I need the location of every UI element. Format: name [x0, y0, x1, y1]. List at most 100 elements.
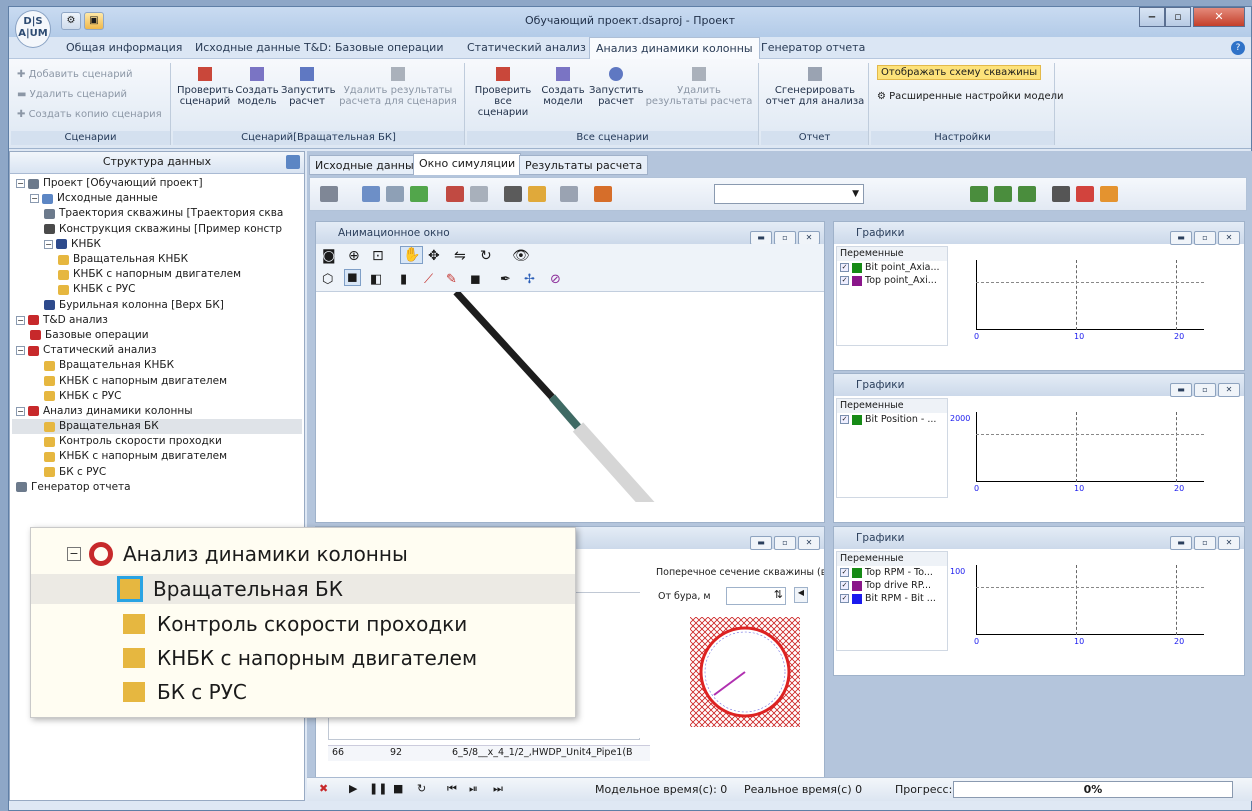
- pencil-icon[interactable]: ✎: [446, 272, 457, 287]
- pan-icon[interactable]: ✋: [400, 246, 424, 264]
- histogram-icon[interactable]: [1076, 186, 1094, 202]
- maximize-button[interactable]: ▫: [1165, 7, 1191, 27]
- variable-row[interactable]: ✓ Top drive RP...: [837, 579, 947, 592]
- menu-static[interactable]: Статический анализ: [467, 41, 586, 54]
- collapse-icon[interactable]: −: [16, 315, 25, 325]
- box-icon[interactable]: ◼: [470, 272, 481, 287]
- tree-item[interactable]: КНБК с напорным двигателем: [12, 267, 302, 282]
- close-graph-button[interactable]: ✕: [1218, 231, 1240, 245]
- pause-icon[interactable]: ❚❚: [369, 782, 387, 795]
- tab-results[interactable]: Результаты расчета: [519, 155, 649, 175]
- tree-item[interactable]: КНБК с напорным двигателем: [12, 373, 302, 388]
- tree-item[interactable]: Траектория скважины [Траектория сква: [12, 206, 302, 221]
- refresh-icon[interactable]: ↻: [480, 248, 492, 264]
- export-icon[interactable]: [504, 186, 522, 202]
- network-icon[interactable]: [1100, 186, 1118, 202]
- tab-simulation[interactable]: Окно симуляции: [413, 153, 522, 175]
- maximize-panel-button[interactable]: ▫: [774, 231, 796, 245]
- layout-1-icon[interactable]: [970, 186, 988, 202]
- run-all-button[interactable]: Запустить расчет: [589, 67, 644, 107]
- run-calc-button[interactable]: Запустить расчет: [281, 67, 336, 107]
- snapshot-icon[interactable]: ◙: [322, 248, 336, 264]
- step-icon[interactable]: ⏯: [469, 782, 478, 796]
- minimize-lower-button[interactable]: ▬: [750, 536, 772, 550]
- window-icon[interactable]: [362, 186, 380, 202]
- pen-icon[interactable]: ✒: [500, 272, 511, 287]
- record-icon[interactable]: [446, 186, 464, 202]
- zoom-root-item[interactable]: − Анализ динамики колонны: [67, 542, 408, 566]
- close-graph-button[interactable]: ✕: [1218, 383, 1240, 397]
- variable-checkbox[interactable]: ✓: [840, 594, 849, 603]
- variable-checkbox[interactable]: ✓: [840, 415, 849, 424]
- zoom-item-rot[interactable]: Вращательная БК: [31, 574, 575, 604]
- tree-item[interactable]: − Исходные данные: [12, 191, 302, 206]
- tree-item[interactable]: Бурильная колонна [Верх БК]: [12, 298, 302, 313]
- table-icon[interactable]: [1052, 186, 1070, 202]
- zoom-item-rss[interactable]: БК с РУС: [123, 680, 247, 704]
- variable-checkbox[interactable]: ✓: [840, 263, 849, 272]
- playback-icon[interactable]: [470, 186, 488, 202]
- cube-solid-icon[interactable]: ◼: [344, 269, 361, 286]
- tree-item[interactable]: Конструкция скважины [Пример констр: [12, 222, 302, 237]
- play-icon[interactable]: ▶: [349, 782, 357, 795]
- variable-row[interactable]: ✓ Bit point_Axia...: [837, 261, 947, 274]
- prev-button[interactable]: ◀: [794, 587, 808, 603]
- collapse-icon[interactable]: −: [16, 406, 25, 416]
- variable-row[interactable]: ✓ Top RPM - To...: [837, 566, 947, 579]
- line-icon[interactable]: ⟋: [424, 272, 433, 287]
- flip-icon[interactable]: ⇋: [454, 248, 466, 264]
- step-back-icon[interactable]: ⏮: [447, 782, 457, 796]
- copy-scenario-button[interactable]: ✚ Создать копию сценария: [17, 109, 162, 120]
- variable-row[interactable]: ✓ Top point_Axi...: [837, 274, 947, 287]
- collapse-icon[interactable]: −: [16, 179, 25, 189]
- tree-item[interactable]: Вращательная КНБК: [12, 358, 302, 373]
- advanced-settings-button[interactable]: ⚙ Расширенные настройки модели: [877, 91, 1064, 102]
- collapse-icon[interactable]: −: [67, 547, 81, 561]
- tree-item[interactable]: Вращательная БК: [12, 419, 302, 435]
- stop-icon[interactable]: ■: [393, 782, 403, 795]
- variable-checkbox[interactable]: ✓: [840, 581, 849, 590]
- help-icon[interactable]: ?: [1231, 41, 1245, 55]
- maximize-graph-button[interactable]: ▫: [1194, 383, 1216, 397]
- collapse-icon[interactable]: −: [16, 346, 25, 356]
- tree-item[interactable]: − T&D анализ: [12, 313, 302, 328]
- minimize-graph-button[interactable]: ▬: [1170, 231, 1192, 245]
- variable-row[interactable]: ✓ Bit Position - ...: [837, 413, 947, 426]
- tree-item[interactable]: КНБК с РУС: [12, 282, 302, 297]
- tree-item[interactable]: КНБК с напорным двигателем: [12, 449, 302, 464]
- minimize-graph-button[interactable]: ▬: [1170, 536, 1192, 550]
- pin-icon[interactable]: [286, 155, 300, 169]
- eye-icon[interactable]: 👁: [512, 248, 530, 264]
- tree-item[interactable]: − Анализ динамики колонны: [12, 404, 302, 419]
- stop-record-icon[interactable]: ✖: [319, 782, 328, 795]
- cube-wire-icon[interactable]: ⬡: [322, 272, 333, 287]
- zoom-fit-icon[interactable]: ⊡: [372, 248, 384, 264]
- doc-icon[interactable]: [560, 186, 578, 202]
- layout-2-icon[interactable]: [994, 186, 1012, 202]
- step-forward-icon[interactable]: ⏭: [493, 782, 503, 796]
- app-logo[interactable]: D|S A|UM: [15, 10, 51, 48]
- tree-item[interactable]: − Проект [Обучающий проект]: [12, 176, 302, 191]
- variable-checkbox[interactable]: ✓: [840, 276, 849, 285]
- cube-shade-icon[interactable]: ◧: [370, 272, 382, 287]
- measure-icon[interactable]: ⊘: [550, 272, 561, 287]
- layout-3-icon[interactable]: [1018, 186, 1036, 202]
- maximize-graph-button[interactable]: ▫: [1194, 231, 1216, 245]
- tree-item[interactable]: БК с РУС: [12, 465, 302, 480]
- zoom-icon[interactable]: ⊕: [348, 248, 360, 264]
- create-models-button[interactable]: Создать модели: [539, 67, 587, 107]
- axes-icon[interactable]: ✢: [524, 272, 535, 287]
- chart-icon[interactable]: [410, 186, 428, 202]
- variable-checkbox[interactable]: ✓: [840, 568, 849, 577]
- menu-dynamics[interactable]: Анализ динамики колонны: [589, 37, 760, 59]
- check-all-button[interactable]: Проверить все сценарии: [469, 67, 537, 118]
- minimize-panel-button[interactable]: ▬: [750, 231, 772, 245]
- delete-results-button[interactable]: Удалить результаты расчета для сценария: [337, 67, 459, 107]
- zoom-item-rop[interactable]: Контроль скорости проходки: [123, 612, 467, 636]
- menu-input[interactable]: Исходные данные: [195, 41, 300, 54]
- maximize-lower-button[interactable]: ▫: [774, 536, 796, 550]
- close-button[interactable]: ✕: [1193, 7, 1245, 27]
- close-lower-button[interactable]: ✕: [798, 536, 820, 550]
- camera-icon[interactable]: [320, 186, 338, 202]
- collapse-icon[interactable]: −: [44, 239, 53, 249]
